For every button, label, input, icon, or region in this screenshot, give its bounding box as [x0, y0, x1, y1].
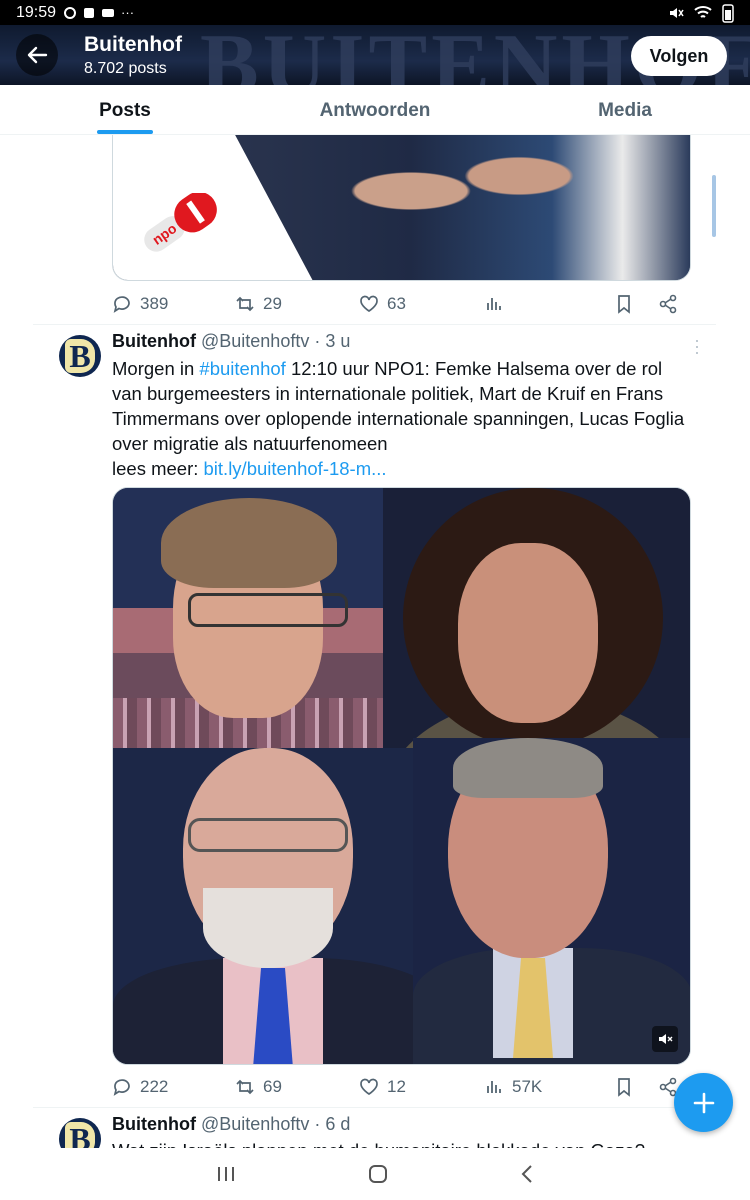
share-icon [659, 294, 677, 314]
timeline-feed[interactable]: npo 389 29 63 B Buitenhof @Buitenhoftv ·… [0, 135, 750, 1148]
post-actions: 389 29 63 [112, 290, 687, 318]
views-icon [487, 298, 501, 310]
author-handle[interactable]: @Buitenhoftv [201, 1114, 309, 1134]
mute-status-icon [670, 7, 684, 18]
compose-icon [693, 1092, 714, 1113]
back-button[interactable] [16, 34, 58, 76]
mute-button[interactable] [652, 1026, 678, 1052]
view-count: 57K [512, 1077, 543, 1096]
views-icon [487, 1081, 501, 1093]
tab-media-label: Media [598, 100, 652, 121]
battery-icon [722, 3, 734, 23]
like-button[interactable]: 63 [359, 294, 484, 314]
status-time: 19:59 [16, 3, 57, 21]
follow-button[interactable]: Volgen [631, 36, 727, 76]
more-notifications: ··· [121, 5, 135, 20]
scrollbar[interactable] [712, 175, 716, 237]
npo1-logo: npo [144, 193, 217, 252]
repost-count: 69 [263, 1077, 282, 1096]
repost-button[interactable]: 69 [235, 1077, 359, 1097]
reply-icon [113, 296, 130, 313]
repost-button[interactable]: 29 [235, 294, 359, 314]
photo-panel-bottom-left [113, 748, 443, 1064]
profile-header: BUITENHOF Buitenhof 8.702 posts Volgen [0, 25, 750, 85]
nav-back-icon[interactable] [519, 1163, 535, 1185]
status-bar: 19:59 ··· [0, 0, 750, 25]
post-text-part: Morgen in [112, 358, 200, 379]
photo-panel-bottom-right [413, 738, 690, 1064]
post-url-link[interactable]: bit.ly/buitenhof-18-m... [204, 458, 387, 479]
tab-posts[interactable]: Posts [0, 85, 250, 134]
post-header: Buitenhof @Buitenhoftv · 3 u [112, 331, 350, 352]
system-nav-bar [0, 1148, 750, 1200]
tab-replies[interactable]: Antwoorden [250, 85, 500, 134]
compose-button[interactable] [674, 1073, 733, 1132]
post-count: 8.702 posts [84, 60, 167, 77]
app-notification-icon [64, 6, 77, 19]
more-options-icon[interactable]: · · · [694, 331, 700, 361]
reply-button[interactable]: 389 [112, 294, 235, 314]
avatar[interactable]: B [59, 335, 101, 377]
views-button[interactable]: 57K [484, 1077, 614, 1097]
back-arrow-icon [27, 46, 48, 64]
bookmark-icon [618, 1078, 630, 1097]
post-time: · 6 d [314, 1114, 351, 1134]
post-actions: 222 69 12 57K [112, 1073, 687, 1101]
post-media-image[interactable]: npo [112, 135, 691, 281]
reply-count: 389 [140, 294, 169, 313]
post-text: Morgen in #buitenhof 12:10 uur NPO1: Fem… [112, 356, 697, 481]
buitenhof-logo-avatar: B [65, 1121, 95, 1148]
reply-button[interactable]: 222 [112, 1077, 235, 1097]
like-count: 12 [387, 1077, 406, 1096]
profile-name: Buitenhof [84, 33, 182, 56]
recent-apps-icon[interactable] [215, 1164, 237, 1184]
like-count: 63 [387, 294, 406, 313]
profile-tabs: Posts Antwoorden Media [0, 85, 750, 135]
repost-count: 29 [263, 294, 282, 313]
post-divider [33, 324, 716, 325]
like-button[interactable]: 12 [359, 1077, 484, 1097]
avatar[interactable]: B [59, 1118, 101, 1148]
hashtag-link[interactable]: #buitenhof [199, 358, 285, 379]
gallery-notification-icon [84, 7, 95, 18]
wifi-icon [694, 5, 712, 18]
reply-icon [113, 1079, 130, 1096]
bookmark-icon [618, 295, 630, 314]
mute-icon [659, 1034, 673, 1044]
author-handle[interactable]: @Buitenhoftv [201, 331, 309, 351]
tab-media[interactable]: Media [500, 85, 750, 134]
youtube-notification-icon [102, 8, 115, 17]
repost-icon [236, 1079, 254, 1095]
reply-count: 222 [140, 1077, 169, 1096]
home-icon[interactable] [367, 1163, 389, 1185]
author-name[interactable]: Buitenhof [112, 1114, 196, 1134]
post-text: Wat zijn Israëls plannen met de humanita… [112, 1138, 697, 1148]
views-button[interactable] [484, 294, 614, 314]
buitenhof-logo-avatar: B [65, 338, 95, 374]
bookmark-button[interactable] [614, 1077, 658, 1097]
repost-icon [236, 296, 254, 312]
post-header: Buitenhof @Buitenhoftv · 6 d [112, 1114, 350, 1135]
post-divider [33, 1107, 716, 1108]
share-button[interactable] [658, 294, 678, 314]
post-time: · 3 u [314, 331, 351, 351]
author-name[interactable]: Buitenhof [112, 331, 196, 351]
like-icon [360, 1078, 378, 1096]
like-icon [360, 295, 378, 313]
tab-posts-label: Posts [99, 100, 151, 121]
active-tab-indicator [97, 130, 153, 134]
photo-panel-top-left [113, 488, 413, 798]
bookmark-button[interactable] [614, 294, 658, 314]
tab-replies-label: Antwoorden [319, 100, 431, 121]
post-text-part: lees meer: [112, 458, 204, 479]
post-video[interactable] [112, 487, 691, 1065]
